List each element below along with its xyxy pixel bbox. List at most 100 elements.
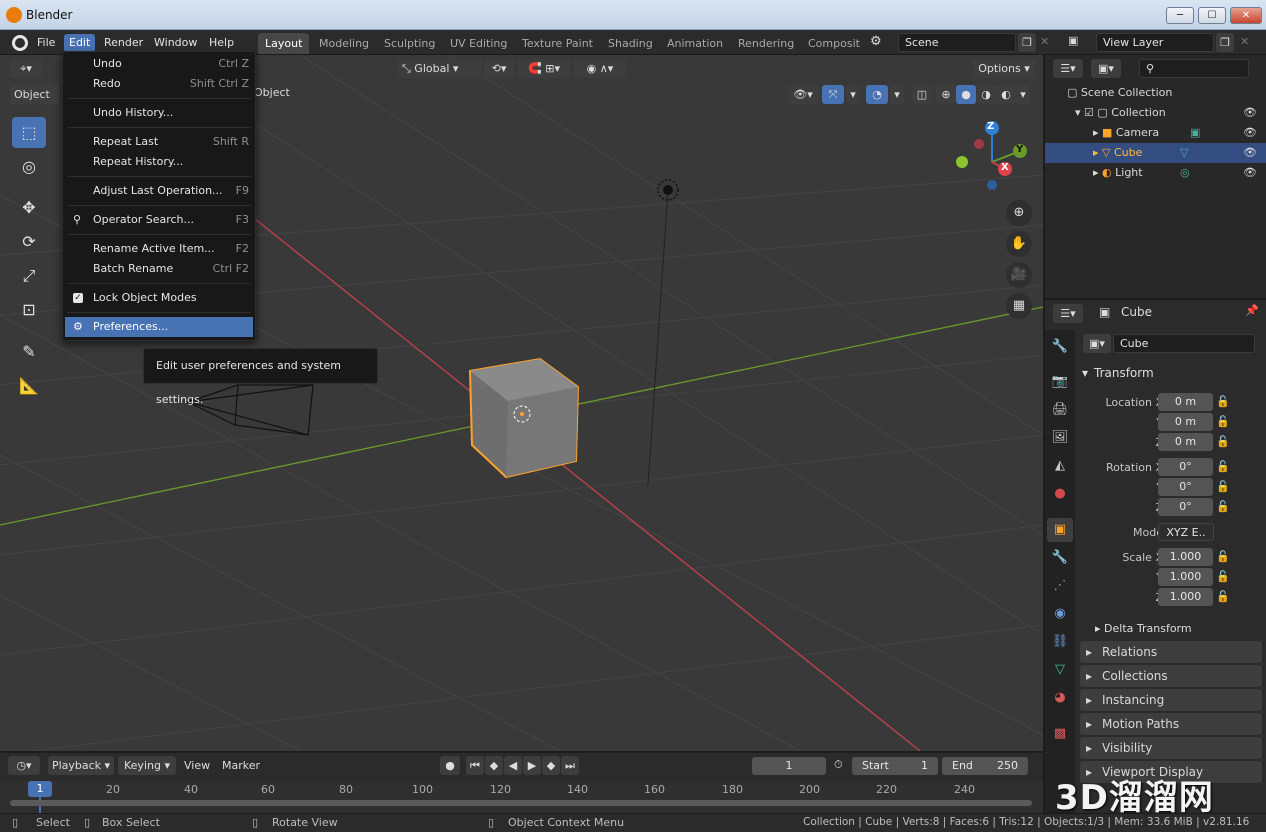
lock-icon[interactable]: 🔓 xyxy=(1216,590,1230,603)
menu-item-batch-rename[interactable]: Batch Rename Ctrl F2 xyxy=(65,259,253,279)
material-tab-icon[interactable]: ◕ xyxy=(1047,686,1073,710)
rotation-y-field[interactable]: 0° xyxy=(1158,478,1213,496)
mesh-data-tab-icon[interactable]: ▽ xyxy=(1047,658,1073,682)
view-menu[interactable]: View xyxy=(184,759,210,772)
light-data-icon[interactable]: ◎ xyxy=(1180,163,1190,183)
object-type-dropdown-icon[interactable]: ▣▾ xyxy=(1083,334,1111,353)
chevron-down-icon[interactable]: ▾ xyxy=(890,85,904,104)
overlays-toggle-icon[interactable]: ◔ xyxy=(866,85,888,104)
scale-z-field[interactable]: 1.000 xyxy=(1158,588,1213,606)
material-shading-icon[interactable]: ◑ xyxy=(976,85,996,104)
menu-help[interactable]: Help xyxy=(204,34,239,52)
tab-uv-editing[interactable]: UV Editing xyxy=(443,33,515,54)
jump-start-icon[interactable]: ⏮ xyxy=(466,756,484,775)
gizmo-toggle-icon[interactable]: ⤧ xyxy=(822,85,844,104)
outliner-collection[interactable]: ▾ ☑ ▢ Collection 👁 xyxy=(1045,103,1266,123)
menu-item-lock-object-modes[interactable]: ✓ Lock Object Modes xyxy=(65,288,253,308)
marker-menu[interactable]: Marker xyxy=(222,759,260,772)
collections-panel-header[interactable]: ▸ Collections xyxy=(1080,665,1262,687)
zoom-icon[interactable]: ⊕ xyxy=(1006,200,1032,226)
tool-tab-icon[interactable]: 🔧 xyxy=(1047,335,1073,359)
tab-rendering[interactable]: Rendering xyxy=(731,33,802,54)
lock-icon[interactable]: 🔓 xyxy=(1216,500,1230,513)
rotation-x-field[interactable]: 0° xyxy=(1158,458,1213,476)
measure-tool-icon[interactable]: 📐 xyxy=(12,370,46,401)
outliner-item-camera[interactable]: ▸ ■ Camera ▣ 👁 xyxy=(1045,123,1266,143)
motion-paths-panel-header[interactable]: ▸ Motion Paths xyxy=(1080,713,1262,735)
scale-tool-icon[interactable]: ⤢ xyxy=(12,260,46,291)
eye-icon[interactable]: 👁 xyxy=(1243,123,1257,143)
object-tab-icon[interactable]: ▣ xyxy=(1047,518,1073,542)
move-tool-icon[interactable]: ✥ xyxy=(12,192,46,223)
checkbox-checked-icon[interactable]: ✓ xyxy=(73,293,83,303)
perspective-grid-icon[interactable]: ▦ xyxy=(1006,293,1032,319)
outliner-item-cube[interactable]: ▸ ▽ Cube ▽ 👁 xyxy=(1045,143,1266,163)
playhead[interactable]: 1 xyxy=(28,781,52,797)
rotation-z-field[interactable]: 0° xyxy=(1158,498,1213,516)
location-x-field[interactable]: 0 m xyxy=(1158,393,1213,411)
chevron-down-icon[interactable]: ▾ xyxy=(1016,85,1030,104)
camera-data-icon[interactable]: ▣ xyxy=(1190,123,1200,143)
menu-item-undo-history[interactable]: Undo History... xyxy=(65,103,253,123)
view-layer-icon[interactable]: ▣ xyxy=(1068,34,1092,47)
menu-render[interactable]: Render xyxy=(99,34,148,52)
xray-toggle-icon[interactable]: ◫ xyxy=(912,85,932,104)
minimize-button[interactable]: ─ xyxy=(1166,7,1194,24)
snapping-icon[interactable]: 🧲 ⊞▾ xyxy=(518,59,570,78)
record-icon[interactable]: ● xyxy=(440,756,460,775)
next-keyframe-icon[interactable]: ◆ xyxy=(542,756,560,775)
tab-layout[interactable]: Layout xyxy=(258,33,310,54)
tab-shading[interactable]: Shading xyxy=(601,33,660,54)
render-tab-icon[interactable]: 📷 xyxy=(1047,370,1073,394)
camera-view-icon[interactable]: 🎥 xyxy=(1006,262,1032,288)
tab-texture-paint[interactable]: Texture Paint xyxy=(515,33,600,54)
timeline-editor-type-icon[interactable]: ◷▾ xyxy=(8,756,40,775)
constraints-tab-icon[interactable]: ⛓ xyxy=(1047,630,1073,654)
lock-icon[interactable]: 🔓 xyxy=(1216,435,1230,448)
object-name-field[interactable]: Cube xyxy=(1113,334,1255,353)
pin-icon[interactable]: 📌 xyxy=(1245,304,1259,317)
tab-compositing[interactable]: Compositi xyxy=(801,33,861,54)
options-dropdown[interactable]: Options ▾ xyxy=(973,59,1035,78)
play-reverse-icon[interactable]: ◀ xyxy=(504,756,522,775)
view-layer-field[interactable]: View Layer xyxy=(1096,33,1214,52)
maximize-button[interactable]: ☐ xyxy=(1198,7,1226,24)
start-frame-field[interactable]: Start 1 xyxy=(852,757,938,775)
pan-hand-icon[interactable]: ✋ xyxy=(1006,231,1032,257)
proportional-editing-icon[interactable]: ◉ ∧▾ xyxy=(574,59,626,78)
eye-icon[interactable]: 👁 xyxy=(1243,143,1257,163)
delete-view-layer-icon[interactable]: ✕ xyxy=(1240,35,1254,48)
cursor-tool-icon[interactable]: ◎ xyxy=(12,151,46,182)
scene-tab-icon[interactable]: ◭ xyxy=(1047,454,1073,478)
scale-x-field[interactable]: 1.000 xyxy=(1158,548,1213,566)
lock-icon[interactable]: 🔓 xyxy=(1216,570,1230,583)
tab-sculpting[interactable]: Sculpting xyxy=(377,33,443,54)
menu-item-redo[interactable]: Redo Shift Ctrl Z xyxy=(65,74,253,94)
view-layer-tab-icon[interactable]: 🖼 xyxy=(1047,426,1073,450)
transform-panel-header[interactable]: ▾ Transform xyxy=(1080,362,1262,384)
delta-transform-subpanel[interactable]: ▸ Delta Transform xyxy=(1095,622,1192,635)
close-button[interactable]: ✕ xyxy=(1230,7,1262,24)
editor-type-icon[interactable]: ⌖▾ xyxy=(10,59,42,78)
blender-menu-icon[interactable] xyxy=(12,35,28,51)
scale-y-field[interactable]: 1.000 xyxy=(1158,568,1213,586)
menu-item-repeat-last[interactable]: Repeat Last Shift R xyxy=(65,132,253,152)
outliner-search-input[interactable]: ⚲ xyxy=(1139,59,1249,78)
rendered-shading-icon[interactable]: ◐ xyxy=(996,85,1016,104)
new-view-layer-icon[interactable]: ❐ xyxy=(1216,33,1234,52)
menu-item-repeat-history[interactable]: Repeat History... xyxy=(65,152,253,172)
lock-icon[interactable]: 🔓 xyxy=(1216,460,1230,473)
delete-scene-icon[interactable]: ✕ xyxy=(1040,35,1054,48)
wireframe-shading-icon[interactable]: ⊕ xyxy=(936,85,956,104)
stopwatch-icon[interactable]: ⏱ xyxy=(834,758,843,772)
current-frame-field[interactable]: 1 xyxy=(752,757,826,775)
relations-panel-header[interactable]: ▸ Relations xyxy=(1080,641,1262,663)
scene-name-field[interactable]: Scene xyxy=(898,33,1016,52)
visibility-icon[interactable]: 👁▾ xyxy=(788,85,818,104)
tab-modeling[interactable]: Modeling xyxy=(312,33,377,54)
visibility-panel-header[interactable]: ▸ Visibility xyxy=(1080,737,1262,759)
menu-item-operator-search[interactable]: ⚲ Operator Search... F3 xyxy=(65,210,253,230)
menu-item-rename-active-item[interactable]: Rename Active Item... F2 xyxy=(65,239,253,259)
menu-item-preferences[interactable]: ⚙ Preferences... xyxy=(65,317,253,337)
transform-tool-icon[interactable]: ⊡ xyxy=(12,294,46,325)
